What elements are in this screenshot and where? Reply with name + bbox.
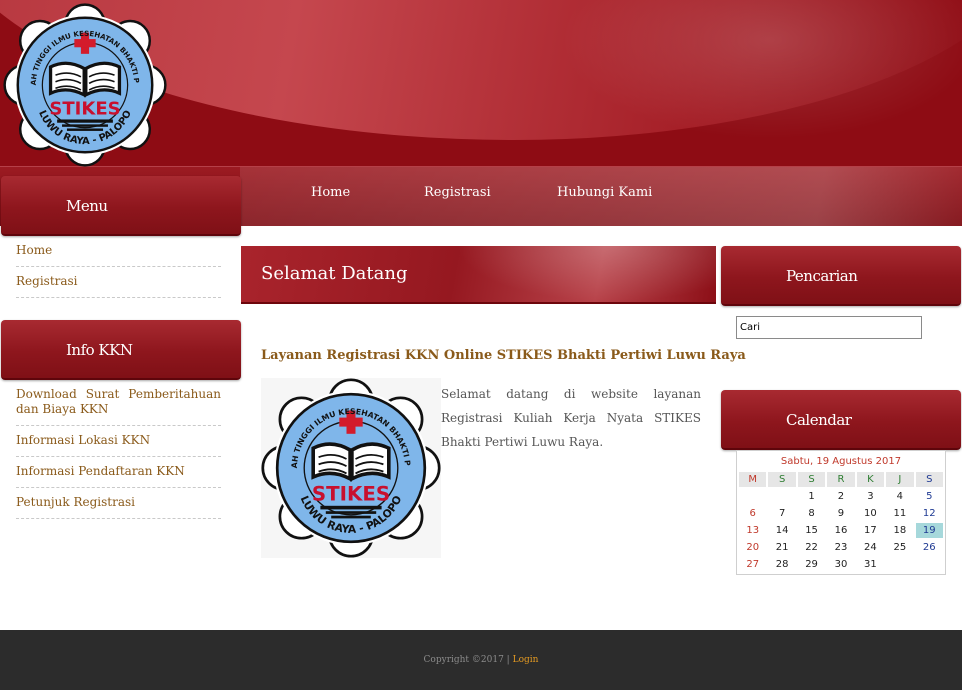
calendar-day[interactable]: 22 [798, 540, 825, 555]
calendar-day [768, 489, 795, 504]
welcome-text: Selamat datang di website layanan Regist… [441, 387, 701, 449]
calendar-week: 13 14 15 16 17 18 19 [739, 523, 943, 538]
login-link[interactable]: Login [513, 655, 539, 665]
calendar-day[interactable]: 10 [857, 506, 884, 521]
logo-acronym: STIKES [49, 99, 120, 120]
list-item: Informasi Lokasi KKN [16, 426, 221, 457]
list-item: Registrasi [16, 267, 221, 298]
calendar-day[interactable]: 12 [916, 506, 943, 521]
nav-home[interactable]: Home [311, 185, 350, 200]
calendar-day[interactable]: 20 [739, 540, 766, 555]
calendar-grid: M S S R K J S 1 2 3 4 5 6 7 8 9 10 11 12… [737, 470, 945, 574]
calendar-day [916, 557, 943, 572]
calendar-panel-title: Calendar [786, 411, 852, 429]
page-title: Selamat Datang [261, 263, 408, 284]
logo-large-acronym: STIKES [312, 482, 390, 505]
sidebar-item-registrasi[interactable]: Registrasi [16, 274, 221, 289]
calendar-day[interactable]: 15 [798, 523, 825, 538]
info-kkn-list: Download Surat Pemberitahuan dan Biaya K… [16, 380, 221, 519]
menu-list: Home Registrasi [16, 236, 221, 298]
info-kkn-panel-header: Info KKN [1, 320, 241, 380]
nav-hubungi-kami[interactable]: Hubungi Kami [557, 185, 652, 200]
calendar-panel-header: Calendar [721, 390, 961, 450]
calendar-week: 6 7 8 9 10 11 12 [739, 506, 943, 521]
calendar-day[interactable]: 23 [827, 540, 854, 555]
calendar-day[interactable]: 17 [857, 523, 884, 538]
calendar-week: 1 2 3 4 5 [739, 489, 943, 504]
calendar-week: 20 21 22 23 24 25 26 [739, 540, 943, 555]
footer-text: Copyright ©2017 | Login [0, 655, 962, 665]
sidebar-item-home[interactable]: Home [16, 243, 221, 258]
site-footer: Copyright ©2017 | Login [0, 630, 962, 690]
list-item: Home [16, 236, 221, 267]
stikes-logo-large: STIKES SEKOLAH TINGGI ILMU KESEHATAN BHA… [261, 378, 441, 558]
calendar-header-day: S [915, 472, 943, 487]
calendar-day[interactable]: 16 [827, 523, 854, 538]
calendar-day [886, 557, 913, 572]
calendar-day[interactable]: 9 [827, 506, 854, 521]
calendar-week: 27 28 29 30 31 [739, 557, 943, 572]
menu-title: Menu [66, 197, 108, 215]
calendar-header-day: S [768, 472, 796, 487]
calendar-day[interactable]: 3 [857, 489, 884, 504]
stikes-logo[interactable]: STIKES SEKOLAH TINGGI ILMU KESEHATAN BHA… [3, 3, 167, 167]
calendar-day[interactable]: 14 [768, 523, 795, 538]
calendar-header-day: M [739, 472, 767, 487]
copyright-text: Copyright ©2017 | [423, 655, 510, 665]
search-panel-title: Pencarian [786, 267, 858, 285]
list-item: Petunjuk Registrasi [16, 488, 221, 519]
menu-panel-header: Menu [1, 176, 241, 236]
calendar-day[interactable]: 8 [798, 506, 825, 521]
calendar-widget: Sabtu, 19 Agustus 2017 M S S R K J S 1 2… [736, 450, 946, 575]
calendar-day[interactable]: 6 [739, 506, 766, 521]
info-kkn-title: Info KKN [66, 341, 133, 359]
sidebar-item-pendaftaran-kkn[interactable]: Informasi Pendaftaran KKN [16, 464, 221, 479]
calendar-day[interactable]: 31 [857, 557, 884, 572]
calendar-day[interactable]: 11 [886, 506, 913, 521]
content-header-sheen [456, 246, 716, 302]
calendar-day[interactable]: 7 [768, 506, 795, 521]
calendar-day[interactable]: 18 [886, 523, 913, 538]
calendar-day[interactable]: 24 [857, 540, 884, 555]
calendar-header-day: R [827, 472, 855, 487]
calendar-caption: Sabtu, 19 Agustus 2017 [780, 456, 902, 467]
calendar-day[interactable]: 25 [886, 540, 913, 555]
calendar-header-day: J [886, 472, 914, 487]
calendar-day[interactable]: 1 [798, 489, 825, 504]
calendar-day[interactable]: 2 [827, 489, 854, 504]
content-header: Selamat Datang [241, 246, 716, 304]
sidebar-item-download-surat[interactable]: Download Surat Pemberitahuan dan Biaya K… [16, 387, 221, 417]
calendar-day[interactable]: 5 [916, 489, 943, 504]
calendar-day[interactable]: 26 [916, 540, 943, 555]
list-item: Informasi Pendaftaran KKN [16, 457, 221, 488]
nav-registrasi[interactable]: Registrasi [424, 185, 491, 200]
calendar-header-day: K [856, 472, 885, 487]
list-item: Download Surat Pemberitahuan dan Biaya K… [16, 380, 221, 426]
calendar-day[interactable]: 30 [827, 557, 854, 572]
calendar-day[interactable]: 4 [886, 489, 913, 504]
search-panel-header: Pencarian [721, 246, 961, 306]
sidebar-item-petunjuk-registrasi[interactable]: Petunjuk Registrasi [16, 495, 221, 510]
calendar-day-today[interactable]: 19 [915, 523, 943, 538]
calendar-day[interactable]: 13 [739, 523, 766, 538]
calendar-day[interactable]: 21 [768, 540, 795, 555]
calendar-header-day: S [797, 472, 826, 487]
calendar-day[interactable]: 29 [798, 557, 825, 572]
search-input[interactable] [736, 316, 922, 339]
calendar-day[interactable]: 28 [768, 557, 795, 572]
content-subtitle: Layanan Registrasi KKN Online STIKES Bha… [261, 348, 746, 363]
calendar-day[interactable]: 27 [739, 557, 766, 572]
sidebar-item-lokasi-kkn[interactable]: Informasi Lokasi KKN [16, 433, 221, 448]
calendar-day [739, 489, 766, 504]
